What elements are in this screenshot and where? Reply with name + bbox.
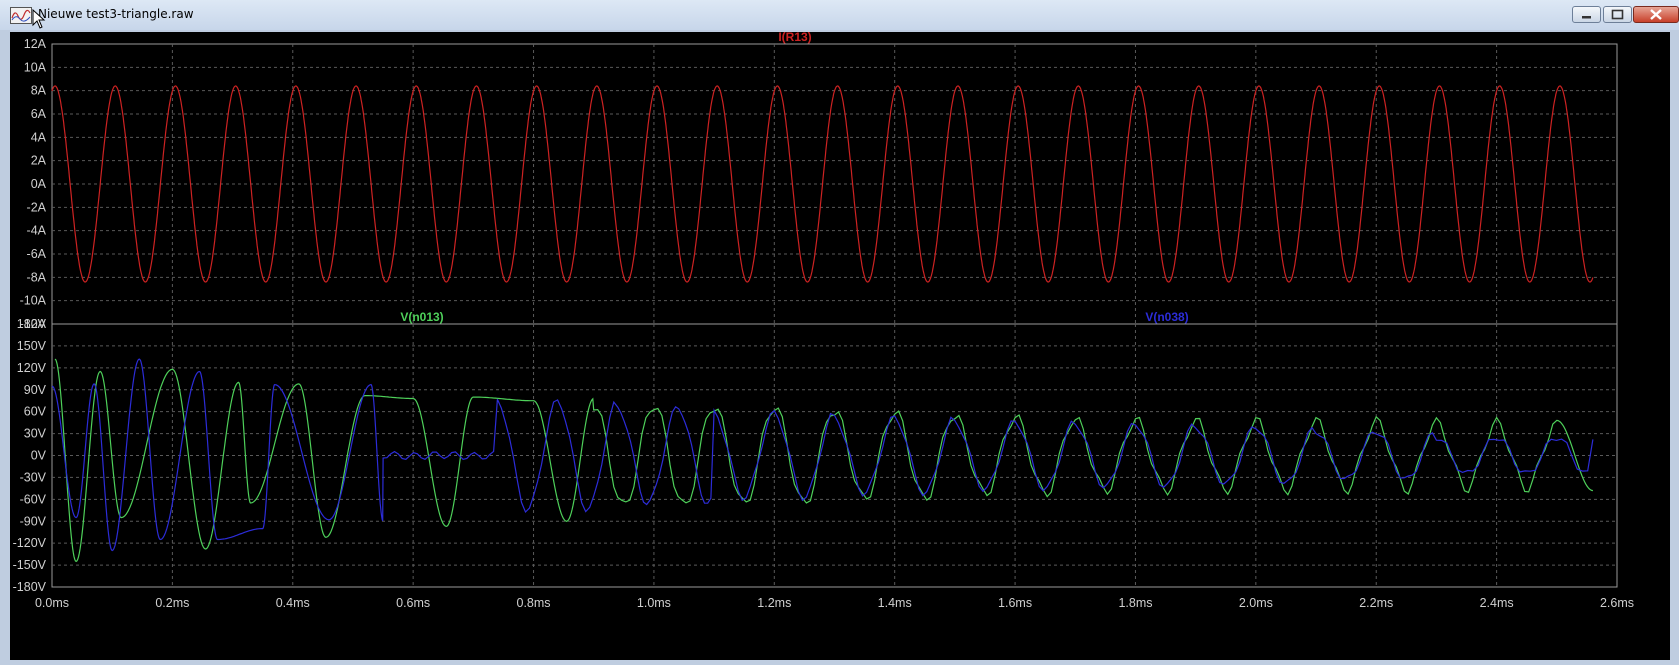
close-icon (1650, 9, 1662, 20)
x-tick-label: 2.2ms (1359, 596, 1393, 610)
y-tick-label: 0A (31, 177, 47, 191)
y-tick-label: -90V (20, 514, 47, 528)
maximize-button[interactable] (1603, 6, 1632, 23)
plot-area[interactable]: 12A 10A 8A 6A 4A 2A 0A -2A -4A -6A -8A -10A -12A I(R1… (10, 32, 1670, 660)
y-tick-label: 30V (24, 427, 47, 441)
y-tick-label: 150V (17, 339, 47, 353)
waveform-window: Nieuwe test3-triangle.raw 12A 10A 8A 6A 4A 2A… (0, 0, 1679, 665)
y-tick-label: -60V (20, 492, 47, 506)
voltage-pane[interactable]: 180V 150V 120V 90V 60V 30V 0V -30V -60V -90V -120V… (13, 310, 1618, 594)
trace-label: I(R13) (778, 32, 811, 44)
y-tick-label: 10A (24, 60, 47, 74)
y-tick-label: 90V (24, 383, 47, 397)
window-title: Nieuwe test3-triangle.raw (38, 7, 194, 21)
x-tick-label: 0.8ms (517, 596, 551, 610)
x-tick-label: 0.2ms (155, 596, 189, 610)
current-pane[interactable]: 12A10A8A6A4A2A0A-2A-4A-6A-8A-10A-12AI(R1… (20, 32, 1618, 331)
y-tick-label: 120V (17, 361, 47, 375)
x-tick-label: 2.0ms (1239, 596, 1273, 610)
y-tick-label: -120V (13, 536, 47, 550)
y-tick-label: -4A (27, 224, 47, 238)
y-tick-label: -8A (27, 270, 47, 284)
x-tick-label: 0.6ms (396, 596, 430, 610)
y-tick-label: 0V (31, 449, 47, 463)
title-bar[interactable]: Nieuwe test3-triangle.raw (0, 0, 1679, 30)
y-tick-label: 60V (24, 405, 47, 419)
x-tick-label: 1.6ms (998, 596, 1032, 610)
x-tick-label: 2.6ms (1600, 596, 1634, 610)
x-tick-label: 1.4ms (878, 596, 912, 610)
trace-vn038 (51, 358, 1594, 552)
y-tick-label: -10A (20, 294, 47, 308)
x-tick-label: 2.4ms (1480, 596, 1514, 610)
y-tick-label: 8A (31, 84, 47, 98)
y-tick-label: -6A (27, 247, 47, 261)
y-tick-label: 12A (24, 37, 47, 51)
maximize-icon (1611, 9, 1624, 20)
mouse-cursor-icon (32, 9, 46, 29)
minimize-icon (1582, 16, 1591, 19)
time-axis: 0.0ms 0.2ms 0.4ms 0.6ms 0.8ms 1.0ms 1.2ms 1.4ms… (35, 596, 1634, 610)
y-tick-label: -180V (13, 580, 47, 594)
y-tick-label: -30V (20, 470, 47, 484)
y-tick-label: -150V (13, 558, 47, 572)
x-tick-label: 1.2ms (757, 596, 791, 610)
x-tick-label: 1.8ms (1118, 596, 1152, 610)
y-tick-label: 180V (17, 317, 47, 331)
x-tick-label: 1.0ms (637, 596, 671, 610)
y-tick-label: 4A (31, 130, 47, 144)
trace-label: V(n013) (400, 310, 443, 324)
waveform-app-icon (10, 7, 32, 24)
waveform-plot[interactable]: 12A10A8A6A4A2A0A-2A-4A-6A-8A-10A-12AI(R1… (10, 32, 1670, 660)
trace-label: V(n038) (1145, 310, 1188, 324)
x-tick-label: 0.4ms (276, 596, 310, 610)
close-button[interactable] (1633, 6, 1679, 23)
y-tick-label: 6A (31, 107, 47, 121)
y-tick-label: 2A (31, 154, 47, 168)
minimize-button[interactable] (1572, 6, 1601, 23)
x-tick-label: 0.0ms (35, 596, 69, 610)
y-tick-label: -2A (27, 200, 47, 214)
